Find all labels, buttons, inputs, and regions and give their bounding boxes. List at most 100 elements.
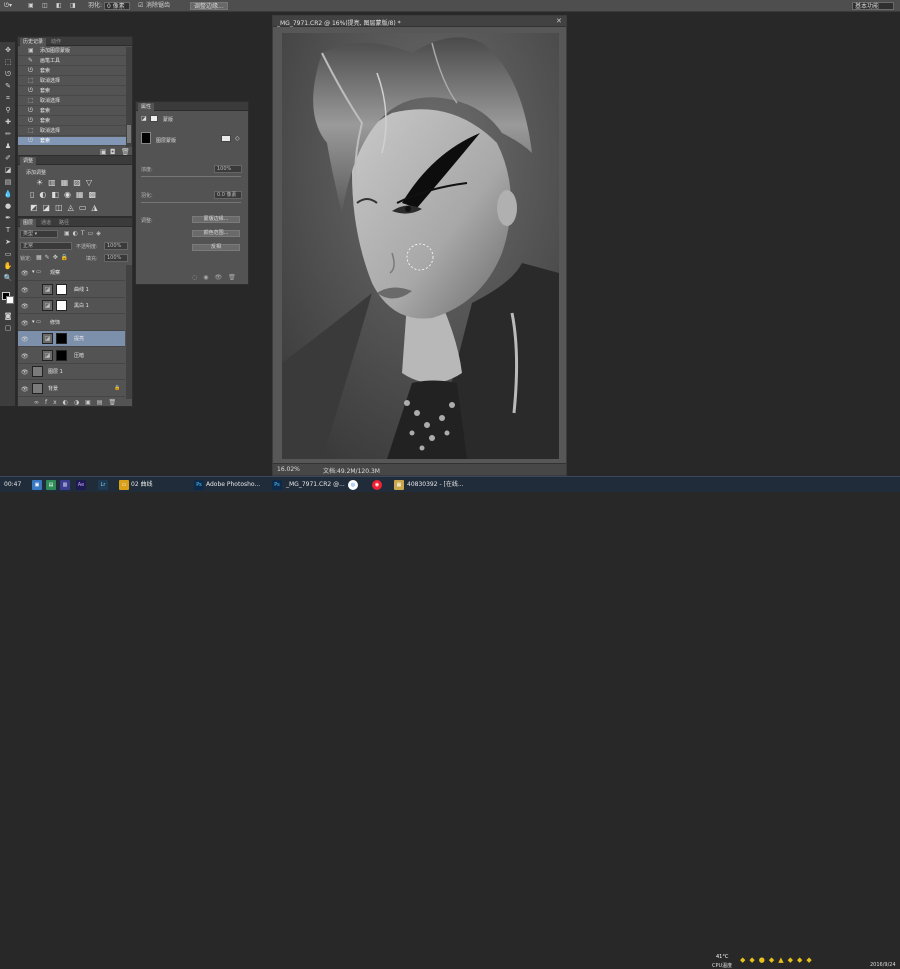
quick-mask-icon[interactable]: ◙ bbox=[3, 312, 13, 320]
after-effects-icon[interactable]: Ae bbox=[76, 480, 86, 490]
history-item[interactable]: ▣ 添加图层蒙版 bbox=[18, 47, 126, 56]
layer-row[interactable]: 👁 图层 1 bbox=[18, 364, 125, 380]
subtract-selection-icon[interactable]: ◧ bbox=[56, 2, 62, 10]
layer-row[interactable]: 👁 ◪ 压暗 bbox=[18, 348, 125, 364]
browser-icon[interactable]: ◎ bbox=[348, 480, 358, 490]
adjustment-icons-row-3[interactable]: ◩◪◫◬▭◮ bbox=[30, 203, 103, 212]
history-item[interactable]: ᘎ 套索 bbox=[18, 87, 126, 96]
lasso-tool-icon[interactable]: ᘎ bbox=[3, 70, 13, 78]
history-item[interactable]: ᘎ 套索 bbox=[18, 67, 126, 76]
visibility-eye-icon[interactable]: 👁 bbox=[21, 369, 29, 376]
layer-mask-thumbnail[interactable] bbox=[56, 333, 67, 344]
intersect-selection-icon[interactable]: ◨ bbox=[70, 2, 76, 10]
type-tool-icon[interactable]: T bbox=[3, 226, 13, 234]
pen-tool-icon[interactable]: ✒ bbox=[3, 214, 13, 222]
screen-mode-icon[interactable]: ▢ bbox=[3, 324, 13, 332]
photoshop-icon[interactable]: Ps bbox=[194, 480, 204, 490]
blur-tool-icon[interactable]: 💧 bbox=[3, 190, 13, 198]
quick-select-icon[interactable]: ✎ bbox=[3, 82, 13, 90]
lightroom-icon[interactable]: Lr bbox=[98, 480, 108, 490]
history-scrollbar[interactable] bbox=[126, 47, 132, 147]
background-color-swatch[interactable] bbox=[6, 296, 14, 304]
tab-channels[interactable]: 通道 bbox=[38, 219, 54, 227]
visibility-eye-icon[interactable]: 👁 bbox=[21, 386, 29, 393]
history-item[interactable]: ⬚ 取消选择 bbox=[18, 127, 126, 136]
zoom-level[interactable]: 16.02% bbox=[277, 466, 300, 473]
color-range-button[interactable]: 颜色范围... bbox=[192, 230, 240, 237]
move-tool-icon[interactable]: ✥ bbox=[3, 46, 13, 54]
crop-tool-icon[interactable]: ⌗ bbox=[3, 94, 13, 102]
antialias-checkbox[interactable]: ☑ bbox=[138, 2, 143, 10]
folder-icon[interactable]: ▾ ▭ bbox=[32, 319, 41, 325]
taskbar-app-photoshop[interactable]: Adobe Photosho... bbox=[206, 479, 260, 491]
chat-app-icon[interactable]: ▦ bbox=[394, 480, 404, 490]
photo-canvas[interactable] bbox=[282, 33, 559, 459]
layer-row[interactable]: 👁 ▾ ▭ 观察 bbox=[18, 265, 125, 281]
eraser-icon[interactable]: ◪ bbox=[3, 166, 13, 174]
properties-feather-input[interactable]: 0.0 像素 bbox=[214, 191, 242, 199]
visibility-eye-icon[interactable]: 👁 bbox=[21, 353, 29, 360]
layer-mask-thumbnail[interactable] bbox=[56, 283, 67, 295]
tab-adjustments[interactable]: 调整 bbox=[20, 157, 37, 165]
visibility-eye-icon[interactable]: 👁 bbox=[21, 303, 29, 310]
document-tab[interactable]: _MG_7971.CR2 @ 16%(提亮, 图层蒙版/8) * ✕ bbox=[273, 16, 566, 27]
density-slider[interactable] bbox=[141, 176, 241, 177]
visibility-eye-icon[interactable]: 👁 bbox=[21, 270, 29, 277]
browser-2-icon[interactable]: ◉ bbox=[372, 480, 382, 490]
history-item[interactable]: ᘎ 套索 bbox=[18, 107, 126, 116]
mask-mode-icon[interactable] bbox=[150, 115, 158, 122]
lasso-tool-icon[interactable]: ᘎ▾ bbox=[4, 2, 12, 10]
dodge-tool-icon[interactable]: ● bbox=[3, 202, 13, 210]
density-input[interactable]: 100% bbox=[214, 165, 242, 173]
feather-slider[interactable] bbox=[141, 202, 241, 203]
history-item[interactable]: ✎ 画笔工具 bbox=[18, 57, 126, 66]
taskbar-app-icon-2[interactable]: ▤ bbox=[46, 480, 56, 490]
folder-icon[interactable]: ▾ ▭ bbox=[32, 269, 41, 275]
taskbar-app-icon-1[interactable]: ▣ bbox=[32, 480, 42, 490]
visibility-eye-icon[interactable]: 👁 bbox=[21, 287, 29, 294]
tab-layers[interactable]: 图层 bbox=[20, 219, 37, 227]
gradient-tool-icon[interactable]: ▤ bbox=[3, 178, 13, 186]
clone-stamp-icon[interactable]: ♟ bbox=[3, 142, 13, 150]
history-item[interactable]: ⬚ 取消选择 bbox=[18, 97, 126, 106]
taskbar-app-icon-3[interactable]: ▥ bbox=[60, 480, 70, 490]
new-selection-icon[interactable]: ▣ bbox=[28, 2, 34, 10]
select-pixel-mask-icon[interactable] bbox=[221, 135, 231, 142]
taskbar-app-folder[interactable]: 02 曲线 bbox=[131, 479, 153, 491]
tab-properties[interactable]: 属性 bbox=[138, 103, 155, 111]
layers-scrollbar[interactable] bbox=[126, 265, 132, 399]
visibility-eye-icon[interactable]: 👁 bbox=[21, 336, 29, 343]
tray-icons[interactable]: ◆◆●◆▲◆◆◆ bbox=[740, 956, 816, 964]
tab-paths[interactable]: 路径 bbox=[56, 219, 72, 227]
taskbar-app-chat[interactable]: 408303​92 - [在线... bbox=[407, 479, 464, 491]
refine-edge-button[interactable]: 调整边缘... bbox=[190, 2, 228, 10]
workspace-switcher[interactable]: 基本功能 bbox=[852, 2, 894, 10]
hand-tool-icon[interactable]: ✋ bbox=[3, 262, 13, 270]
adjustment-icon[interactable]: ◪ bbox=[141, 115, 147, 122]
layer-filter-icons[interactable]: ▣◐T▭◈ bbox=[64, 230, 104, 237]
folder-icon[interactable]: ▭ bbox=[119, 480, 129, 490]
layer-row[interactable]: 👁 ◪ 曲线 1 bbox=[18, 282, 125, 298]
feather-input[interactable]: 0 像素 bbox=[104, 2, 130, 10]
select-vector-mask-icon[interactable]: ◇ bbox=[235, 135, 240, 142]
opacity-input[interactable]: 100% bbox=[104, 242, 128, 250]
close-icon[interactable]: ✕ bbox=[556, 17, 562, 25]
blend-mode-select[interactable]: 正常 bbox=[20, 242, 72, 250]
adjustment-icons-row-1[interactable]: ☀▥▦▨▽ bbox=[36, 178, 97, 187]
brush-tool-icon[interactable]: ✏ bbox=[3, 130, 13, 138]
healing-brush-icon[interactable]: ✚ bbox=[3, 118, 13, 126]
photoshop-doc-icon[interactable]: Ps bbox=[272, 480, 282, 490]
invert-button[interactable]: 反相 bbox=[192, 244, 240, 251]
properties-footer-icons[interactable]: ◌◉👁🗑 bbox=[192, 274, 242, 281]
zoom-tool-icon[interactable]: 🔍 bbox=[3, 274, 13, 282]
fill-input[interactable]: 100% bbox=[104, 254, 128, 262]
layer-mask-thumbnail[interactable] bbox=[56, 349, 67, 361]
layer-mask-thumbnail[interactable] bbox=[56, 300, 67, 311]
adjustment-icons-row-2[interactable]: ▯◐◧◉▦▩ bbox=[30, 190, 101, 199]
eyedropper-icon[interactable]: ⚲ bbox=[3, 106, 13, 114]
layer-row[interactable]: 👁 ◪ 提亮 bbox=[18, 331, 125, 347]
history-item[interactable]: ᘎ 套索 bbox=[18, 137, 126, 146]
layer-row[interactable]: 👁 ◪ 黑白 1 bbox=[18, 298, 125, 314]
visibility-eye-icon[interactable]: 👁 bbox=[21, 320, 29, 327]
doc-info[interactable]: 文档:49.2M/120.3M bbox=[323, 466, 380, 475]
